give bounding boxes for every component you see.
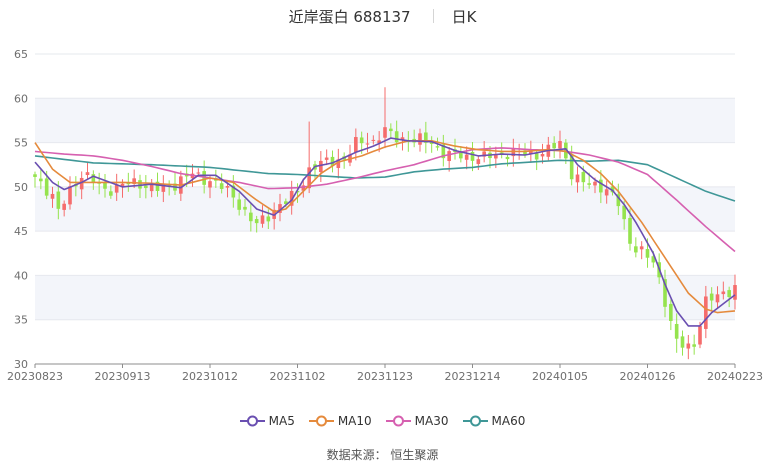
candle-body bbox=[476, 159, 481, 164]
candle-body bbox=[359, 137, 364, 144]
legend-label: MA5 bbox=[268, 414, 295, 428]
x-tick-label: 20231123 bbox=[357, 370, 413, 383]
x-tick-label: 20231102 bbox=[270, 370, 326, 383]
candle-body bbox=[447, 151, 451, 162]
candle-body bbox=[709, 293, 714, 301]
legend-label: MA10 bbox=[337, 414, 372, 428]
candle-body bbox=[354, 137, 358, 153]
y-tick-label: 65 bbox=[14, 48, 28, 61]
legend-item-ma60[interactable]: MA60 bbox=[462, 414, 526, 428]
candle-body bbox=[470, 151, 475, 161]
candle-body bbox=[686, 343, 691, 349]
candle-body bbox=[721, 291, 726, 295]
candle-body bbox=[208, 181, 212, 188]
candle-body bbox=[715, 294, 720, 303]
y-tick-label: 35 bbox=[14, 314, 28, 327]
x-axis: 20230823 20230913 20231012 20231102 20231123… bbox=[7, 364, 763, 383]
x-tick-label: 20230823 bbox=[7, 370, 63, 383]
candle-body bbox=[365, 143, 370, 145]
x-tick-label: 20231214 bbox=[445, 370, 501, 383]
candle-body bbox=[225, 185, 230, 188]
candle-body bbox=[39, 178, 43, 182]
candle-body bbox=[593, 181, 597, 186]
x-tick-label: 20240105 bbox=[532, 370, 588, 383]
y-tick-label: 45 bbox=[14, 225, 28, 238]
legend-marker-icon bbox=[385, 415, 411, 427]
candle-body bbox=[698, 325, 702, 345]
candle-body bbox=[324, 157, 329, 160]
candle-body bbox=[464, 154, 469, 160]
candle-body bbox=[669, 303, 673, 321]
candle-body bbox=[581, 172, 586, 183]
candle-body bbox=[103, 182, 107, 189]
candle-body bbox=[319, 160, 323, 173]
legend: MA5 MA10 MA30 MA60 bbox=[0, 410, 765, 432]
x-tick-label: 20240223 bbox=[707, 370, 763, 383]
candle-body bbox=[44, 178, 49, 196]
y-band bbox=[35, 275, 735, 320]
candle-body bbox=[249, 212, 253, 222]
legend-item-ma10[interactable]: MA10 bbox=[308, 414, 372, 428]
candle-body bbox=[68, 186, 72, 205]
candle-body bbox=[243, 206, 247, 210]
candle-body bbox=[604, 189, 609, 196]
y-tick-label: 40 bbox=[14, 269, 28, 282]
candle-body bbox=[692, 344, 696, 347]
candle-body bbox=[394, 131, 399, 143]
candle-body bbox=[219, 183, 224, 189]
candle-body bbox=[418, 133, 422, 145]
candle-body bbox=[628, 217, 632, 244]
candle-body bbox=[138, 180, 142, 189]
x-tick-label: 20230913 bbox=[95, 370, 151, 383]
candle-body bbox=[56, 191, 61, 209]
candle-body bbox=[266, 216, 271, 222]
candle-body bbox=[575, 174, 580, 183]
candle-body bbox=[33, 174, 37, 177]
candle-body bbox=[260, 215, 265, 224]
candle-body bbox=[587, 183, 591, 185]
candle-body bbox=[389, 128, 393, 132]
candle-body bbox=[599, 179, 603, 193]
legend-label: MA30 bbox=[414, 414, 449, 428]
candle-body bbox=[85, 172, 90, 176]
y-tick-label: 55 bbox=[14, 137, 28, 150]
candle-body bbox=[704, 296, 708, 329]
data-source: 数据来源： 恒生聚源 bbox=[326, 448, 439, 462]
candle-body bbox=[674, 324, 679, 339]
candle-body bbox=[505, 156, 510, 160]
y-tick-label: 50 bbox=[14, 181, 28, 194]
candle-body bbox=[540, 154, 545, 157]
legend-marker-icon bbox=[239, 415, 265, 427]
candle-body bbox=[733, 285, 737, 300]
legend-marker-icon bbox=[462, 415, 488, 427]
legend-item-ma5[interactable]: MA5 bbox=[239, 414, 295, 428]
candle-body bbox=[109, 191, 113, 196]
candle-body bbox=[534, 153, 539, 160]
x-tick-label: 20231012 bbox=[182, 370, 238, 383]
candle-body bbox=[558, 141, 562, 149]
legend-marker-icon bbox=[308, 415, 334, 427]
candle-body bbox=[50, 193, 55, 199]
candlestick-chart: 3035404550556065 20230823 20230913 2023101… bbox=[7, 48, 763, 383]
legend-item-ma30[interactable]: MA30 bbox=[385, 414, 449, 428]
candle-body bbox=[645, 249, 650, 258]
x-tick-label: 20240126 bbox=[620, 370, 676, 383]
candle-body bbox=[383, 127, 387, 138]
candle-body bbox=[62, 203, 66, 210]
candle-body bbox=[144, 185, 148, 189]
y-tick-label: 60 bbox=[14, 92, 28, 105]
candle-body bbox=[254, 219, 259, 224]
candle-body bbox=[634, 246, 638, 253]
candle-body bbox=[371, 139, 376, 141]
legend-label: MA60 bbox=[491, 414, 526, 428]
candle-body bbox=[435, 146, 440, 148]
candle-body bbox=[552, 143, 556, 149]
candle-body bbox=[680, 336, 685, 348]
candle-body bbox=[639, 246, 644, 250]
candle-body bbox=[196, 172, 201, 174]
candle-body bbox=[727, 290, 731, 298]
candle-body bbox=[237, 199, 241, 210]
